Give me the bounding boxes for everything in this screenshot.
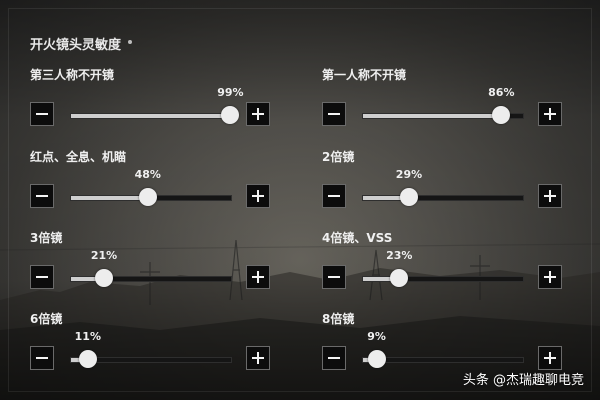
decrease-button[interactable] xyxy=(30,102,54,126)
value-percent: 48% xyxy=(134,168,161,181)
value-percent: 99% xyxy=(217,86,244,99)
minus-icon xyxy=(36,357,48,359)
slider-handle[interactable] xyxy=(390,269,409,287)
increase-button[interactable] xyxy=(246,265,270,289)
slider-handle[interactable] xyxy=(78,350,97,368)
setting-label: 4倍镜、VSS xyxy=(322,231,393,245)
setting-label: 3倍镜 xyxy=(30,231,63,245)
increase-button[interactable] xyxy=(538,265,562,289)
increase-button[interactable] xyxy=(246,102,270,126)
slider-track[interactable] xyxy=(362,276,524,282)
increase-button[interactable] xyxy=(538,102,562,126)
increase-button[interactable] xyxy=(538,184,562,208)
title-dot xyxy=(128,40,132,44)
setting-label: 6倍镜 xyxy=(30,312,63,326)
slider-handle[interactable] xyxy=(399,188,418,206)
value-percent: 21% xyxy=(90,249,118,262)
slider-fill xyxy=(71,114,230,118)
setting-6x-scope: 6倍镜 11% xyxy=(30,310,300,380)
decrease-button[interactable] xyxy=(322,102,346,126)
decrease-button[interactable] xyxy=(30,346,54,370)
increase-button[interactable] xyxy=(538,346,562,370)
setting-red-dot-holo-iron: 红点、全息、机瞄 48% xyxy=(30,148,300,218)
increase-button[interactable] xyxy=(246,346,270,370)
decrease-button[interactable] xyxy=(322,184,346,208)
setting-2x-scope: 2倍镜 29% xyxy=(322,148,592,218)
decrease-button[interactable] xyxy=(322,346,346,370)
setting-label: 8倍镜 xyxy=(322,312,355,326)
panel-title: 开火镜头灵敏度 xyxy=(30,38,122,53)
value-percent: 29% xyxy=(395,168,423,181)
slider-handle[interactable] xyxy=(221,106,240,124)
slider-fill xyxy=(363,114,501,118)
value-percent: 86% xyxy=(488,86,515,99)
value-percent: 23% xyxy=(386,249,413,262)
minus-icon xyxy=(36,113,48,115)
setting-first-person-no-scope: 第一人称不开镜 86% xyxy=(322,66,592,136)
decrease-button[interactable] xyxy=(322,265,346,289)
slider-handle[interactable] xyxy=(492,106,511,124)
slider-handle[interactable] xyxy=(138,188,157,206)
minus-icon xyxy=(328,195,340,197)
decrease-button[interactable] xyxy=(30,184,54,208)
minus-icon xyxy=(36,195,48,197)
setting-label: 第一人称不开镜 xyxy=(322,68,407,82)
slider-track[interactable] xyxy=(362,357,524,363)
setting-3x-scope: 3倍镜 21% xyxy=(30,229,300,299)
setting-label: 2倍镜 xyxy=(322,150,355,164)
setting-third-person-no-scope: 第三人称不开镜 99% xyxy=(30,66,300,136)
slider-track[interactable] xyxy=(70,113,232,119)
minus-icon xyxy=(36,276,48,278)
slider-handle[interactable] xyxy=(367,350,386,368)
setting-label: 红点、全息、机瞄 xyxy=(30,150,127,164)
slider-track[interactable] xyxy=(362,195,524,201)
setting-4x-scope-vss: 4倍镜、VSS 23% xyxy=(322,229,592,299)
increase-button[interactable] xyxy=(246,184,270,208)
minus-icon xyxy=(328,113,340,115)
value-percent: 11% xyxy=(74,330,101,343)
value-percent: 9% xyxy=(367,330,386,343)
minus-icon xyxy=(328,276,340,278)
minus-icon xyxy=(328,357,340,359)
watermark-text: 头条 @杰瑞趣聊电竞 xyxy=(462,373,584,388)
setting-label: 第三人称不开镜 xyxy=(30,68,115,82)
slider-handle[interactable] xyxy=(95,269,114,287)
decrease-button[interactable] xyxy=(30,265,54,289)
slider-fill xyxy=(71,196,148,200)
